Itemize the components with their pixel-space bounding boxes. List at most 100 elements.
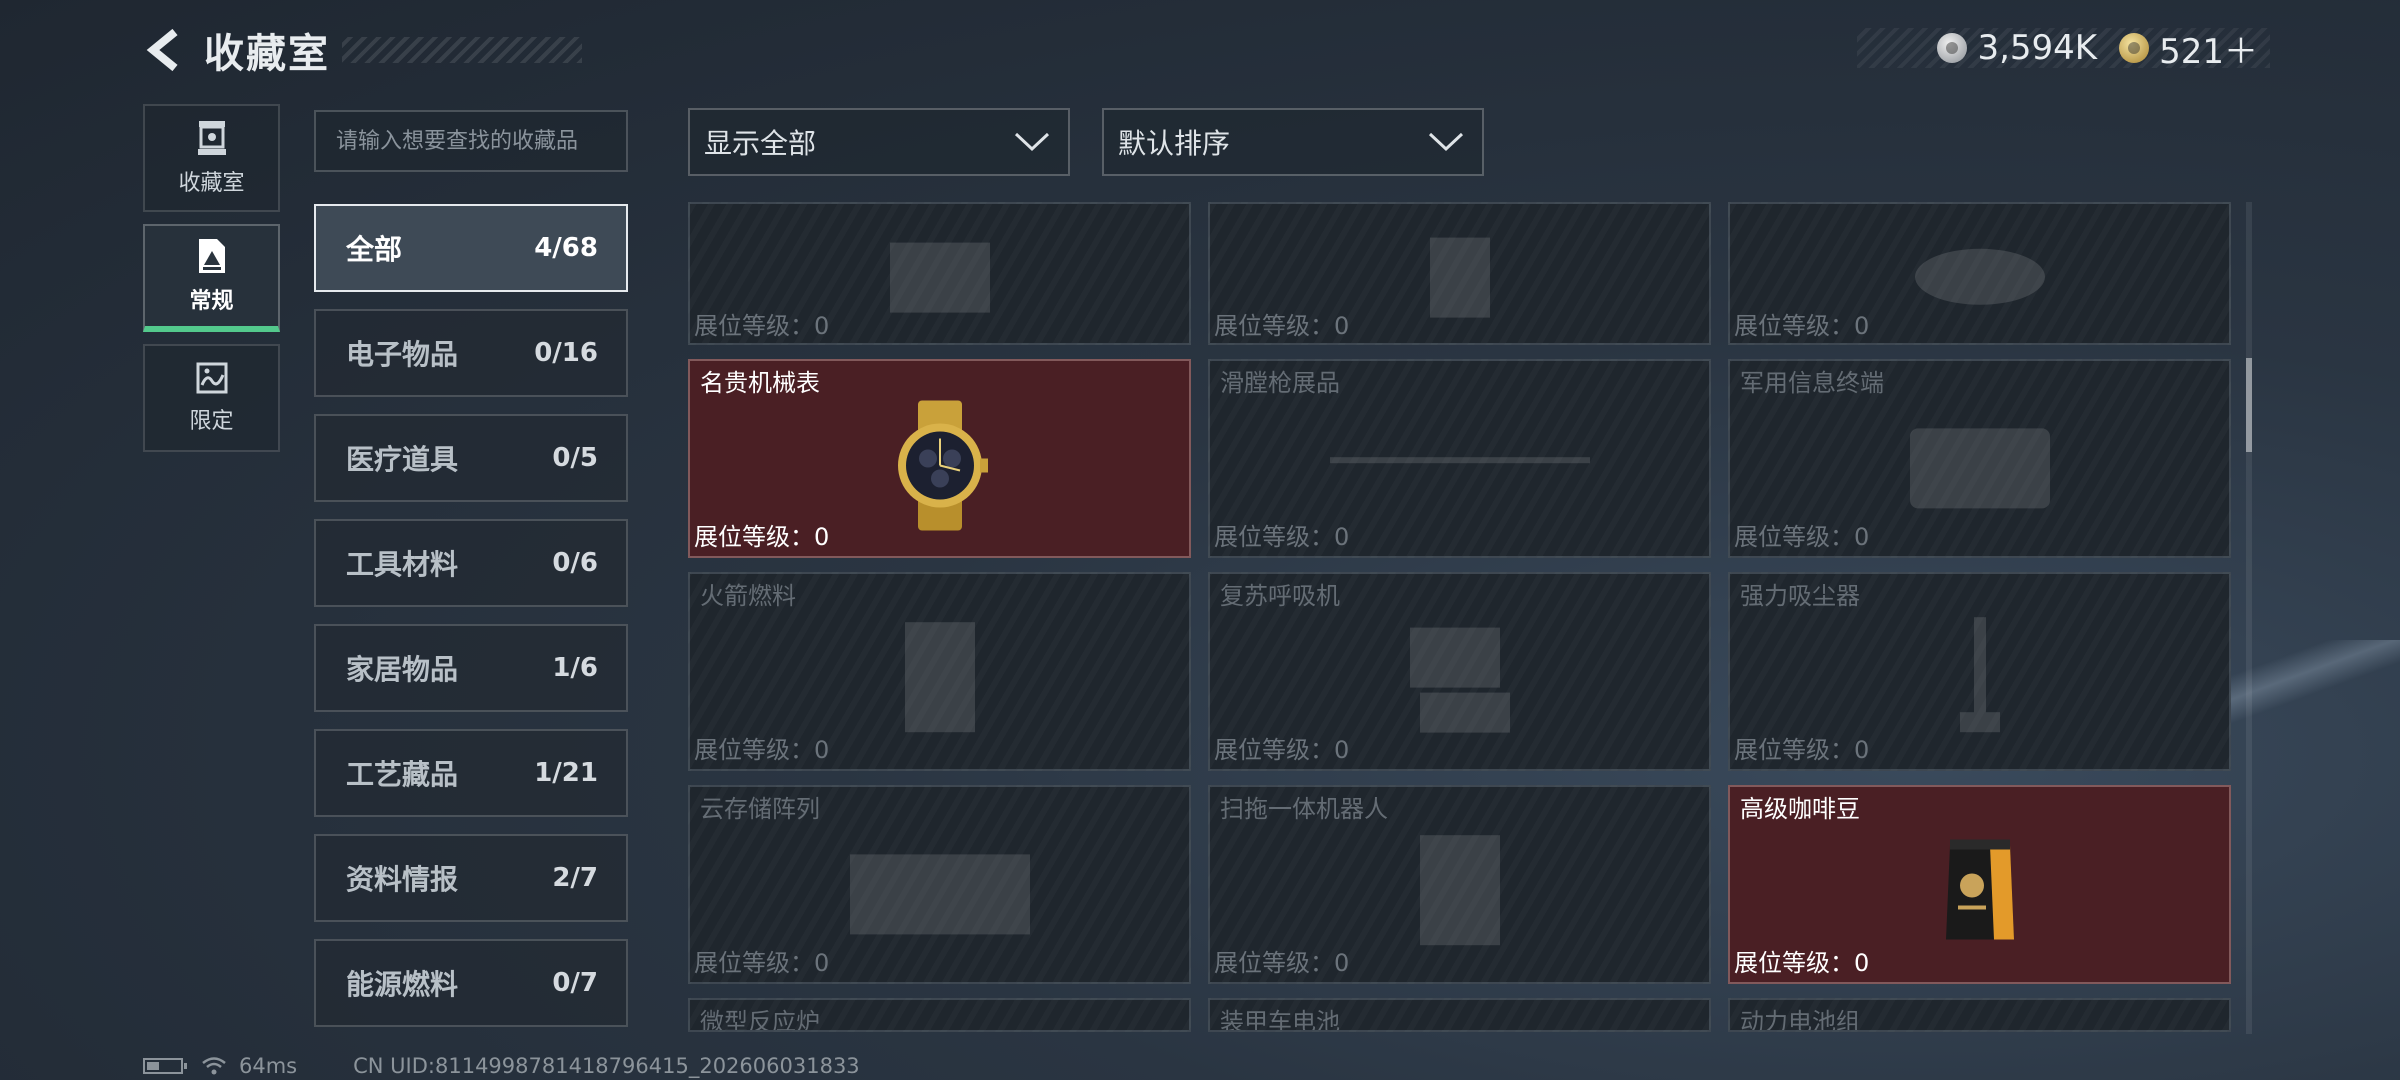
- item-silhouette-icon: [1329, 456, 1590, 463]
- sort-value: 默认排序: [1118, 127, 1231, 160]
- tile-level: 展位等级：0: [694, 523, 830, 551]
- silver-amount: 3,594K: [1977, 28, 2098, 68]
- category-name: 电子物品: [346, 338, 459, 371]
- category-count: 1/21: [534, 758, 598, 788]
- tile-name: 高级咖啡豆: [1740, 795, 1860, 823]
- collection-tile[interactable]: 展位等级：0: [688, 202, 1191, 345]
- category-name: 工具材料: [346, 548, 459, 581]
- rail-item-limited[interactable]: 限定: [143, 344, 280, 452]
- category-tools[interactable]: 工具材料 0/6: [314, 519, 628, 607]
- item-silhouette-icon: [1429, 237, 1490, 318]
- category-crafts[interactable]: 工艺藏品 1/21: [314, 729, 628, 817]
- item-silhouette-icon: [904, 621, 975, 732]
- collection-icon: [198, 239, 225, 273]
- item-silhouette-icon: [1409, 627, 1510, 733]
- item-silhouette-icon: [889, 242, 990, 313]
- collection-grid-viewport[interactable]: 展位等级：0 展位等级：0 展位等级：0 名贵机械表 展位等级：0 滑膛枪展品 …: [688, 202, 2232, 1034]
- category-count: 0/16: [534, 338, 598, 368]
- header: 收藏室: [140, 20, 582, 80]
- tile-level: 展位等级：0: [1214, 523, 1350, 551]
- collection-grid: 展位等级：0 展位等级：0 展位等级：0 名贵机械表 展位等级：0 滑膛枪展品 …: [688, 202, 2232, 1032]
- item-silhouette-icon: [1914, 248, 2045, 305]
- collection-tile[interactable]: 云存储阵列 展位等级：0: [688, 785, 1191, 984]
- tile-level: 展位等级：0: [694, 949, 830, 977]
- watch-icon: [897, 400, 988, 530]
- collection-tile[interactable]: 动力电池组: [1728, 998, 2231, 1032]
- collection-tile[interactable]: 展位等级：0: [1208, 202, 1711, 345]
- rail-label: 收藏室: [178, 171, 245, 196]
- category-count: 0/7: [552, 968, 598, 998]
- sort-dropdown[interactable]: 默认排序: [1102, 108, 1484, 176]
- chevron-down-icon: [1428, 132, 1464, 152]
- tile-level: 展位等级：0: [1214, 736, 1350, 764]
- rail-label: 限定: [189, 409, 234, 434]
- tile-name: 微型反应炉: [700, 1008, 820, 1032]
- tile-name: 复苏呼吸机: [1220, 582, 1340, 610]
- ping-value: 64ms: [239, 1054, 298, 1078]
- collection-tile[interactable]: 装甲车电池: [1208, 998, 1711, 1032]
- category-name: 全部: [346, 233, 403, 266]
- silver-coin-icon: [1937, 33, 1968, 63]
- collection-tile[interactable]: 滑膛枪展品 展位等级：0: [1208, 359, 1711, 558]
- back-arrow-icon: [146, 28, 178, 72]
- category-count: 4/68: [534, 233, 598, 263]
- category-name: 工艺藏品: [346, 758, 459, 791]
- category-count: 2/7: [552, 863, 598, 893]
- coffee-bag-icon: [1945, 839, 2014, 939]
- collection-tile[interactable]: 高级咖啡豆 展位等级：0: [1728, 785, 2231, 984]
- rail-item-collection-room[interactable]: 收藏室: [143, 104, 280, 212]
- collection-tile[interactable]: 展位等级：0: [1728, 202, 2231, 345]
- category-name: 医疗道具: [346, 443, 459, 476]
- gold-coin-icon: [2119, 33, 2150, 63]
- category-name: 家居物品: [346, 653, 459, 686]
- tile-level: 展位等级：0: [1734, 312, 1870, 340]
- tile-level: 展位等级：0: [694, 736, 830, 764]
- collection-tile[interactable]: 火箭燃料 展位等级：0: [688, 572, 1191, 771]
- battery-icon: [143, 1058, 187, 1074]
- category-intel[interactable]: 资料情报 2/7: [314, 834, 628, 922]
- tile-name: 滑膛枪展品: [1220, 369, 1340, 397]
- category-count: 0/6: [552, 548, 598, 578]
- collection-tile[interactable]: 军用信息终端 展位等级：0: [1728, 359, 2231, 558]
- tile-name: 动力电池组: [1740, 1008, 1860, 1032]
- item-silhouette-icon: [849, 853, 1030, 934]
- item-silhouette-icon: [1959, 616, 2000, 732]
- category-count: 0/5: [552, 443, 598, 473]
- user-uid: CN UID:8114998781418796415_202606031833: [353, 1054, 860, 1078]
- category-electronics[interactable]: 电子物品 0/16: [314, 309, 628, 397]
- item-silhouette-icon: [1419, 834, 1500, 945]
- category-household[interactable]: 家居物品 1/6: [314, 624, 628, 712]
- tile-name: 军用信息终端: [1740, 369, 1884, 397]
- tile-level: 展位等级：0: [1734, 736, 1870, 764]
- category-list: 全部 4/68 电子物品 0/16 医疗道具 0/5 工具材料 0/6 家居物品…: [314, 204, 628, 1044]
- left-rail: 收藏室 常规 限定: [143, 104, 280, 464]
- category-medical[interactable]: 医疗道具 0/5: [314, 414, 628, 502]
- collection-tile[interactable]: 强力吸尘器 展位等级：0: [1728, 572, 2231, 771]
- collection-tile[interactable]: 名贵机械表 展位等级：0: [688, 359, 1191, 558]
- wifi-icon: [202, 1057, 226, 1075]
- collection-tile[interactable]: 复苏呼吸机 展位等级：0: [1208, 572, 1711, 771]
- category-energy[interactable]: 能源燃料 0/7: [314, 939, 628, 1027]
- category-count: 1/6: [552, 653, 598, 683]
- rail-item-regular[interactable]: 常规: [143, 224, 280, 332]
- tile-level: 展位等级：0: [1734, 523, 1870, 551]
- grid-scrollbar[interactable]: [2246, 202, 2252, 1034]
- search-input[interactable]: [314, 110, 628, 172]
- scrollbar-thumb[interactable]: [2246, 358, 2252, 452]
- category-all[interactable]: 全部 4/68: [314, 204, 628, 292]
- back-button[interactable]: [140, 25, 190, 75]
- status-footer: 64ms CN UID:8114998781418796415_20260603…: [143, 1054, 860, 1078]
- tile-level: 展位等级：0: [694, 312, 830, 340]
- rail-label: 常规: [189, 289, 234, 314]
- tile-name: 云存储阵列: [700, 795, 820, 823]
- collection-tile[interactable]: 微型反应炉: [688, 998, 1191, 1032]
- gold-amount[interactable]: 521＋: [2159, 24, 2258, 73]
- collection-tile[interactable]: 扫拖一体机器人 展位等级：0: [1208, 785, 1711, 984]
- show-filter-value: 显示全部: [704, 127, 817, 160]
- category-name: 资料情报: [346, 863, 459, 896]
- show-filter-dropdown[interactable]: 显示全部: [688, 108, 1070, 176]
- chevron-down-icon: [1014, 132, 1050, 152]
- tile-level: 展位等级：0: [1214, 949, 1350, 977]
- tile-level: 展位等级：0: [1734, 949, 1870, 977]
- currency-bar: 3,594K 521＋: [1857, 28, 2270, 72]
